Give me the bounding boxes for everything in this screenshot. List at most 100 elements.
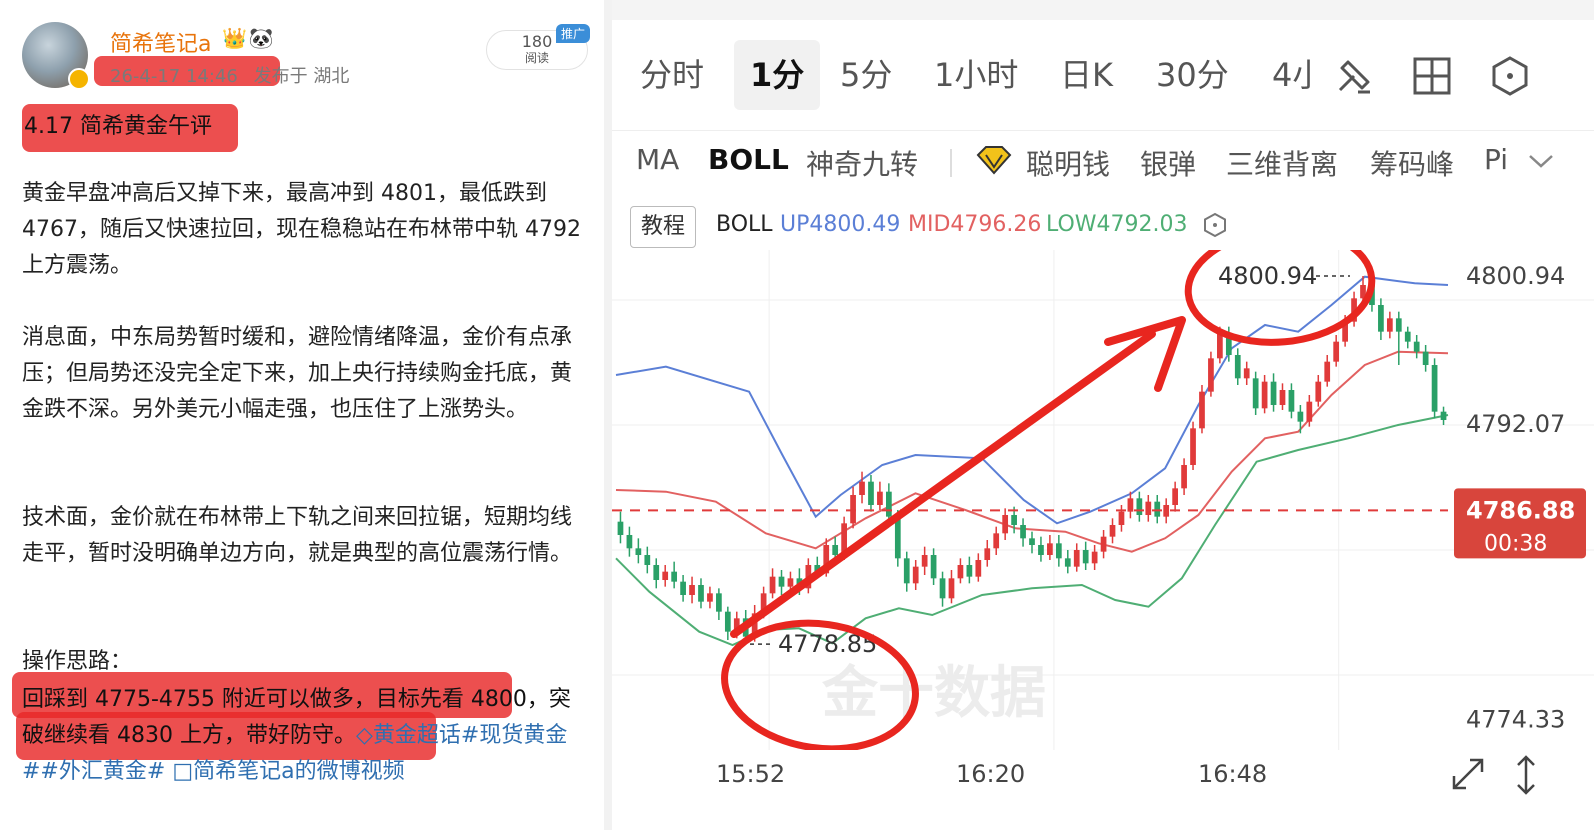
vertical-expand-icon[interactable] (1514, 754, 1538, 796)
candle-body (1386, 318, 1393, 332)
candle-body (912, 566, 919, 584)
indicator-3d-divergence[interactable]: 三维背离 (1226, 143, 1338, 183)
boll-mid-line (615, 350, 1449, 553)
candle-body (1127, 498, 1134, 512)
indicator-separator (950, 149, 952, 177)
candle-body (1243, 368, 1250, 379)
username[interactable]: 简希笔记a (110, 26, 211, 58)
candle-body (966, 565, 973, 577)
indicator-magic-nine[interactable]: 神奇九转 (806, 143, 918, 183)
tab-5min[interactable]: 5分 (840, 40, 892, 110)
candle-body (1306, 401, 1313, 422)
indicator-ma[interactable]: MA (636, 143, 679, 176)
candle-body (1091, 551, 1098, 564)
boll-name: BOLL (716, 212, 773, 237)
ops-text: 回踩到 4775-4755 附近可以做多，目标先看 4800，突破继续看 483… (22, 682, 588, 790)
settings-hex-icon[interactable] (1488, 54, 1532, 98)
indicator-silver-bullet[interactable]: 银弹 (1140, 143, 1196, 183)
draw-line-icon[interactable] (1332, 54, 1376, 98)
boll-low-value: LOW4792.03 (1046, 212, 1188, 237)
candle-body (1315, 381, 1322, 402)
candle-body (850, 495, 856, 524)
indicator-smart-money[interactable]: 聪明钱 (1026, 143, 1110, 183)
diamond-icon (976, 146, 1012, 175)
tab-1min[interactable]: 1分 (734, 40, 821, 110)
candle-body (778, 576, 785, 587)
candle-body (868, 481, 874, 505)
candle-body (1064, 558, 1071, 567)
candle-body (1163, 505, 1170, 517)
candle-body (716, 593, 722, 612)
indicator-pivot[interactable]: Pi (1484, 143, 1524, 176)
candle-body (859, 481, 865, 495)
indicator-chip-peak[interactable]: 筹码峰 (1370, 143, 1454, 183)
boll-legend: 教程 BOLL UP4800.49 MID4796.26 LOW4792.03 (612, 200, 1594, 250)
candle-body (885, 491, 892, 517)
candle-body (635, 548, 642, 555)
candle-body (877, 491, 883, 505)
indicator-boll[interactable]: BOLL (708, 143, 789, 176)
post-timestamp: 26-4-17 14:46 (110, 66, 238, 87)
tab-daily-k[interactable]: 日K (1060, 40, 1113, 110)
candle-body (680, 581, 686, 595)
candle-body (1234, 355, 1241, 379)
weibo-post: 简希笔记a 👑🐼 26-4-17 14:46 发布于 湖北 180 阅读 推广 … (0, 0, 604, 830)
tab-fenshi[interactable]: 分时 (640, 40, 704, 110)
candlestick-chart[interactable]: 金十数据 4800.94 4792.07 4774.33 4786.88 00:… (612, 250, 1594, 750)
current-price-label: 4786.88 (1466, 496, 1575, 524)
tab-1hour[interactable]: 1小时 (934, 40, 1018, 110)
candle-body (724, 611, 731, 632)
candle-body (626, 535, 633, 549)
boll-up-line (615, 275, 1449, 525)
x-tick-2: 16:20 (956, 760, 1026, 788)
candle-body (984, 548, 991, 560)
candle-body (1288, 390, 1295, 412)
boll-settings-icon[interactable] (1202, 212, 1228, 238)
candle-body (1100, 536, 1107, 552)
candle-body (1422, 351, 1429, 365)
candle-body (993, 533, 1000, 549)
candle-body (1109, 525, 1116, 537)
candle-body (1279, 390, 1286, 405)
chart-grid (612, 250, 1594, 750)
layout-grid-icon[interactable] (1410, 54, 1454, 98)
candle-body (653, 565, 660, 580)
candle-body (644, 555, 651, 565)
verified-badge-icon (68, 68, 90, 90)
candle-body (1190, 428, 1196, 465)
candle-body (1073, 550, 1080, 567)
candle-body (689, 585, 695, 595)
read-label: 阅读 (524, 51, 549, 65)
topic-link[interactable]: ◇黄金超话 (356, 723, 461, 748)
candle-body (1261, 381, 1268, 409)
tab-4hour[interactable]: 4小 (1272, 40, 1314, 110)
candle-body (1118, 511, 1125, 525)
user-badge-icons: 👑🐼 (222, 26, 276, 50)
tutorial-button[interactable]: 教程 (630, 206, 696, 248)
chart-app: 分时 1分 5分 1小时 日K 30分 4小 MA BOLL 神奇九转 聪明钱 … (612, 0, 1594, 830)
countdown-label: 00:38 (1484, 531, 1547, 556)
boll-up-value: UP4800.49 (780, 212, 901, 237)
candle-body (1055, 543, 1062, 559)
high-annotation: 4800.94 (1218, 262, 1317, 290)
video-link[interactable]: □简希笔记a的微博视频 (172, 759, 404, 784)
tab-30min[interactable]: 30分 (1156, 40, 1229, 110)
candle-body (1324, 361, 1331, 382)
fullscreen-icon[interactable] (1450, 756, 1486, 792)
candle-body (1154, 501, 1161, 517)
indicator-bar: MA BOLL 神奇九转 聪明钱 银弹 三维背离 筹码峰 Pi (612, 130, 1594, 195)
post-paragraph-3: 技术面，金价就在布林带上下轨之间来回拉锯，短期均线走平，暂时没明确单边方向，就是… (22, 505, 573, 566)
candle-body (787, 578, 794, 587)
candle-body (1029, 538, 1035, 545)
candle-body (1208, 358, 1214, 392)
chevron-down-icon[interactable] (1528, 153, 1554, 169)
candle-body (1378, 305, 1384, 332)
candle-body (894, 516, 901, 559)
candle-body (662, 571, 669, 580)
candle-body (975, 560, 982, 577)
candle-body (957, 565, 964, 579)
candle-body (939, 578, 946, 599)
post-location: 发布于 湖北 (253, 66, 350, 87)
candle-body (698, 585, 704, 602)
boll-mid-value: MID4796.26 (908, 212, 1042, 237)
